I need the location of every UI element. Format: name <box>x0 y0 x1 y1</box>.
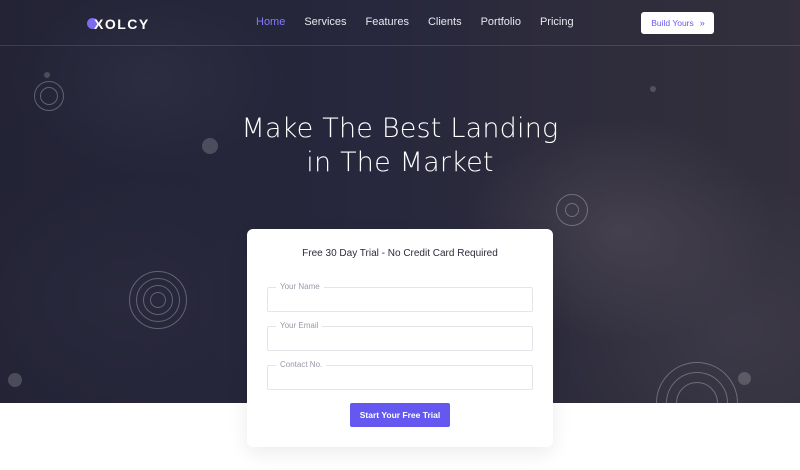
build-yours-label: Build Yours <box>651 18 694 28</box>
logo[interactable]: XOLCY <box>87 15 150 32</box>
ring-decoration <box>565 203 579 217</box>
form-title: Free 30 Day Trial - No Credit Card Requi… <box>302 248 498 259</box>
nav-item-pricing[interactable]: Pricing <box>540 16 574 28</box>
bokeh-circle <box>650 86 656 92</box>
nav-item-portfolio[interactable]: Portfolio <box>481 16 521 28</box>
bokeh-circle <box>44 72 50 78</box>
headline-line-2: in The Market <box>306 147 494 178</box>
bokeh-circle <box>738 372 751 385</box>
build-yours-button[interactable]: Build Yours ›› <box>641 12 714 34</box>
email-field[interactable]: Your Email <box>267 320 533 351</box>
double-chevron-right-icon: ›› <box>699 18 705 28</box>
start-trial-button[interactable]: Start Your Free Trial <box>350 403 450 427</box>
name-field[interactable]: Your Name <box>267 281 533 312</box>
nav-item-services[interactable]: Services <box>304 16 346 28</box>
trial-form-card: Free 30 Day Trial - No Credit Card Requi… <box>247 229 553 447</box>
top-navbar: XOLCY Home Services Features Clients Por… <box>0 0 800 46</box>
landing-page: XOLCY Home Services Features Clients Por… <box>0 0 800 470</box>
email-input[interactable] <box>268 327 532 350</box>
contact-input[interactable] <box>268 366 532 389</box>
nav-item-clients[interactable]: Clients <box>428 16 462 28</box>
logo-text: XOLCY <box>94 15 150 32</box>
contact-field[interactable]: Contact No. <box>267 359 533 390</box>
nav-item-home[interactable]: Home <box>256 16 285 28</box>
nav-item-features[interactable]: Features <box>366 16 409 28</box>
headline-line-1: Make The Best Landing <box>241 113 559 144</box>
name-input[interactable] <box>268 288 532 311</box>
ring-decoration <box>150 292 166 308</box>
bokeh-circle <box>8 373 22 387</box>
main-menu: Home Services Features Clients Portfolio… <box>256 16 593 28</box>
ring-decoration <box>40 87 58 105</box>
hero-headline: Make The Best Landing in The Market <box>0 112 800 180</box>
